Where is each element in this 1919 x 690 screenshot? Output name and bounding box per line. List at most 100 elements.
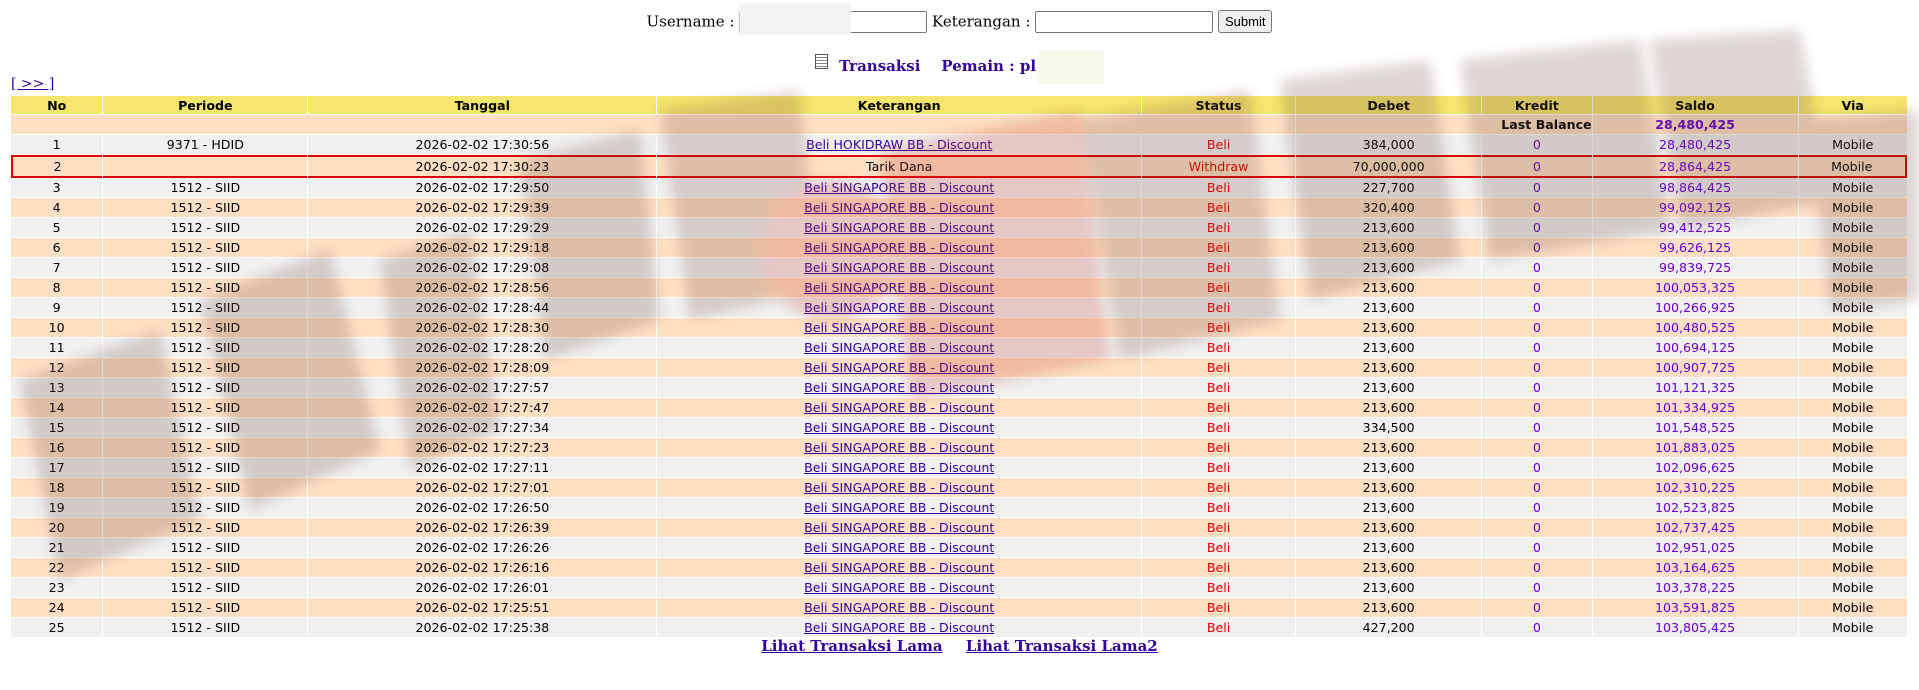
cell-no: 9 (11, 298, 103, 318)
keterangan-link[interactable]: Beli SINGAPORE BB - Discount (804, 320, 994, 335)
cell-status: Beli (1141, 478, 1296, 498)
table-row: 20 1512 - SIID 2026-02-02 17:26:39 Beli SIN… (11, 518, 1907, 538)
cell-periode (103, 155, 308, 178)
table-row: 6 1512 - SIID 2026-02-02 17:29:18 Beli SING… (11, 238, 1907, 258)
cell-ket: Beli SINGAPORE BB - Discount (657, 618, 1141, 638)
table-row: 22 1512 - SIID 2026-02-02 17:26:16 Beli SIN… (11, 558, 1907, 578)
cell-tanggal: 2026-02-02 17:28:44 (308, 298, 657, 318)
cell-debet: 70,000,000 (1296, 155, 1482, 178)
keterangan-link[interactable]: Beli SINGAPORE BB - Discount (804, 460, 994, 475)
cell-no: 15 (11, 418, 103, 438)
keterangan-link[interactable]: Beli SINGAPORE BB - Discount (804, 520, 994, 535)
next-page-link[interactable]: [ >> ] (11, 76, 54, 92)
cell-ket: Beli SINGAPORE BB - Discount (657, 598, 1141, 618)
keterangan-link[interactable]: Beli SINGAPORE BB - Discount (804, 580, 994, 595)
cell-no: 1 (11, 135, 103, 155)
keterangan-link[interactable]: Beli SINGAPORE BB - Discount (804, 400, 994, 415)
table-row: 21 1512 - SIID 2026-02-02 17:26:26 Beli SIN… (11, 538, 1907, 558)
cell-ket: Beli HOKIDRAW BB - Discount (657, 135, 1141, 155)
keterangan-link[interactable]: Beli SINGAPORE BB - Discount (804, 440, 994, 455)
keterangan-link[interactable]: Beli SINGAPORE BB - Discount (804, 180, 994, 195)
submit-button[interactable]: Submit (1217, 10, 1273, 33)
cell-status: Beli (1141, 318, 1296, 338)
cell-saldo: 101,883,025 (1592, 438, 1798, 458)
cell-ket: Beli SINGAPORE BB - Discount (657, 558, 1141, 578)
cell-no: 13 (11, 378, 103, 398)
cell-no: 25 (11, 618, 103, 638)
cell-status: Beli (1141, 218, 1296, 238)
cell-ket: Beli SINGAPORE BB - Discount (657, 578, 1141, 598)
cell-saldo: 99,626,125 (1592, 238, 1798, 258)
cell-debet: 213,600 (1296, 318, 1482, 338)
cell-via: Mobile (1798, 598, 1907, 618)
keterangan-link[interactable]: Beli SINGAPORE BB - Discount (804, 500, 994, 515)
keterangan-link[interactable]: Beli SINGAPORE BB - Discount (804, 280, 994, 295)
cell-via: Mobile (1798, 498, 1907, 518)
cell-kredit: 0 (1482, 338, 1592, 358)
cell-ket: Beli SINGAPORE BB - Discount (657, 298, 1141, 318)
cell-saldo: 102,096,625 (1592, 458, 1798, 478)
cell-periode: 1512 - SIID (103, 438, 308, 458)
cell-no: 12 (11, 358, 103, 378)
cell-via: Mobile (1798, 178, 1907, 198)
keterangan-link[interactable]: Beli SINGAPORE BB - Discount (804, 480, 994, 495)
cell-status: Beli (1141, 538, 1296, 558)
table-row: 8 1512 - SIID 2026-02-02 17:28:56 Beli SING… (11, 278, 1907, 298)
keterangan-link[interactable]: Beli HOKIDRAW BB - Discount (806, 137, 992, 152)
table-body: Last Balance 28,480,425 1 9371 - HDID 2026… (11, 115, 1907, 638)
cell-saldo: 101,548,525 (1592, 418, 1798, 438)
last-balance-via (1798, 115, 1907, 135)
keterangan-link[interactable]: Beli SINGAPORE BB - Discount (804, 560, 994, 575)
cell-status: Beli (1141, 298, 1296, 318)
column-header: Kredit (1482, 96, 1592, 115)
cell-periode: 1512 - SIID (103, 278, 308, 298)
cell-tanggal: 2026-02-02 17:27:57 (308, 378, 657, 398)
keterangan-link[interactable]: Beli SINGAPORE BB - Discount (804, 540, 994, 555)
cell-via: Mobile (1798, 278, 1907, 298)
older-transactions-link[interactable]: Lihat Transaksi Lama (761, 637, 942, 655)
cell-via: Mobile (1798, 338, 1907, 358)
cell-debet: 213,600 (1296, 598, 1482, 618)
table-row: 13 1512 - SIID 2026-02-02 17:27:57 Beli SIN… (11, 378, 1907, 398)
keterangan-link[interactable]: Beli SINGAPORE BB - Discount (804, 220, 994, 235)
keterangan-link[interactable]: Beli SINGAPORE BB - Discount (804, 380, 994, 395)
table-header-row: No Periode Tanggal Keterangan Status Debet Kre… (11, 96, 1907, 115)
cell-status: Withdraw (1141, 155, 1296, 178)
cell-via: Mobile (1798, 518, 1907, 538)
cell-via: Mobile (1798, 538, 1907, 558)
keterangan-link[interactable]: Beli SINGAPORE BB - Discount (804, 360, 994, 375)
cell-saldo: 102,951,025 (1592, 538, 1798, 558)
cell-debet: 213,600 (1296, 538, 1482, 558)
keterangan-link[interactable]: Beli SINGAPORE BB - Discount (804, 420, 994, 435)
cell-via: Mobile (1798, 258, 1907, 278)
keterangan-link[interactable]: Beli SINGAPORE BB - Discount (804, 240, 994, 255)
last-balance-value: 28,480,425 (1592, 115, 1798, 135)
cell-kredit: 0 (1482, 378, 1592, 398)
cell-periode: 1512 - SIID (103, 338, 308, 358)
cell-kredit: 0 (1482, 238, 1592, 258)
pemain-redaction (1038, 50, 1105, 84)
keterangan-input[interactable] (1035, 10, 1214, 33)
cell-kredit: 0 (1482, 198, 1592, 218)
keterangan-link[interactable]: Beli SINGAPORE BB - Discount (804, 620, 994, 635)
cell-debet: 213,600 (1296, 358, 1482, 378)
cell-periode: 1512 - SIID (103, 478, 308, 498)
keterangan-link[interactable]: Beli SINGAPORE BB - Discount (804, 300, 994, 315)
cell-via: Mobile (1798, 578, 1907, 598)
cell-no: 22 (11, 558, 103, 578)
keterangan-link[interactable]: Beli SINGAPORE BB - Discount (804, 200, 994, 215)
cell-status: Beli (1141, 338, 1296, 358)
cell-status: Beli (1141, 438, 1296, 458)
table-row: 5 1512 - SIID 2026-02-02 17:29:29 Beli SING… (11, 218, 1907, 238)
cell-periode: 1512 - SIID (103, 218, 308, 238)
older-transactions2-link[interactable]: Lihat Transaksi Lama2 (966, 637, 1158, 655)
cell-kredit: 0 (1482, 498, 1592, 518)
column-header: Saldo (1592, 96, 1798, 115)
cell-via: Mobile (1798, 558, 1907, 578)
keterangan-link[interactable]: Beli SINGAPORE BB - Discount (804, 260, 994, 275)
cell-tanggal: 2026-02-02 17:29:29 (308, 218, 657, 238)
cell-no: 19 (11, 498, 103, 518)
keterangan-link[interactable]: Beli SINGAPORE BB - Discount (804, 600, 994, 615)
cell-kredit: 0 (1482, 478, 1592, 498)
keterangan-link[interactable]: Beli SINGAPORE BB - Discount (804, 340, 994, 355)
